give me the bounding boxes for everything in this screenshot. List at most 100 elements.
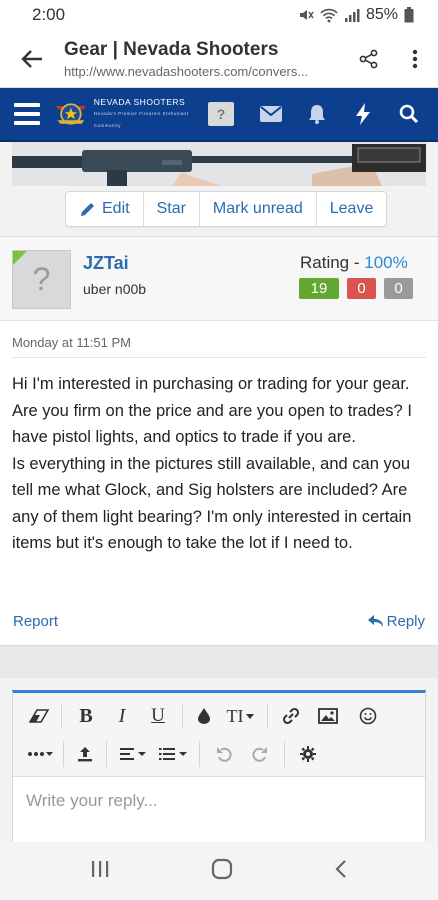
undo-icon <box>217 747 232 762</box>
help-button[interactable]: ? <box>208 102 234 126</box>
mark-unread-button[interactable]: Mark unread <box>200 192 317 226</box>
align-button[interactable] <box>113 739 153 769</box>
bell-icon <box>309 105 325 124</box>
rifle-photo <box>12 142 426 186</box>
upload-attachment-button[interactable] <box>70 739 100 769</box>
back-button[interactable] <box>0 30 64 88</box>
reply-arrow-icon <box>367 615 383 627</box>
thread-actions: Edit Star Mark unread Leave <box>65 191 388 227</box>
redo-button[interactable] <box>242 739 278 769</box>
author-username[interactable]: JZTai <box>83 253 129 274</box>
system-back-button[interactable] <box>334 859 348 884</box>
list-button[interactable] <box>153 739 193 769</box>
leave-button[interactable]: Leave <box>317 192 387 226</box>
toolbar-separator <box>267 703 268 729</box>
rating-percent[interactable]: 100% <box>364 253 407 272</box>
bold-button[interactable]: B <box>68 701 104 731</box>
section-divider <box>0 646 438 678</box>
italic-button[interactable]: I <box>104 701 140 731</box>
site-logo[interactable]: Nevada Shooters Nevada's Premier Firearm… <box>54 87 204 141</box>
mute-icon <box>299 10 314 20</box>
align-left-icon <box>120 748 146 760</box>
hamburger-menu-button[interactable] <box>0 87 54 141</box>
reply-input[interactable]: Write your reply... <box>13 777 425 825</box>
alerts-button[interactable] <box>294 87 340 141</box>
status-icons: 85% <box>298 6 414 24</box>
page-url: http://www.nevadashooters.com/convers... <box>64 63 309 79</box>
pencil-icon <box>81 202 94 216</box>
edit-button[interactable]: Edit <box>66 192 144 226</box>
editor-toolbar: B I U TI <box>13 693 425 777</box>
share-button[interactable] <box>346 30 392 88</box>
underline-button[interactable]: U <box>140 701 176 731</box>
undo-button[interactable] <box>206 739 242 769</box>
recent-apps-button[interactable] <box>90 860 110 883</box>
overflow-menu-button[interactable] <box>392 30 438 88</box>
signal-icon <box>344 9 360 22</box>
envelope-icon <box>260 106 282 122</box>
toolbar-separator <box>182 703 183 729</box>
toolbar-separator <box>106 741 107 767</box>
font-size-label: TI <box>226 705 244 726</box>
smiley-icon <box>359 707 377 725</box>
font-size-button[interactable]: TI <box>219 701 261 731</box>
avatar[interactable]: ? <box>12 250 71 309</box>
rating-scores: 19 0 0 <box>299 278 413 299</box>
site-navbar: Nevada Shooters Nevada's Premier Firearm… <box>0 88 438 142</box>
message-post: ? JZTai uber n00b Rating - 100% 19 0 0 M… <box>0 236 438 646</box>
neutral-score[interactable]: 0 <box>384 278 413 299</box>
home-icon <box>211 858 233 879</box>
status-time: 2:00 <box>32 5 66 24</box>
chevron-left-icon <box>335 859 346 878</box>
image-icon <box>318 708 338 724</box>
toolbar-separator <box>284 741 285 767</box>
editor-settings-button[interactable] <box>291 739 325 769</box>
positive-score[interactable]: 19 <box>299 278 339 299</box>
reply-button[interactable]: Reply <box>367 613 425 630</box>
toolbar-row: B I U TI <box>23 697 425 735</box>
share-icon <box>359 49 378 68</box>
post-author-block: ? JZTai uber n00b Rating - 100% 19 0 0 <box>0 237 438 321</box>
remove-format-button[interactable] <box>23 701 55 731</box>
insert-link-button[interactable] <box>274 701 308 731</box>
browser-toolbar: Gear | Nevada Shooters http://www.nevada… <box>0 30 438 88</box>
text-color-button[interactable] <box>189 701 219 731</box>
page-title: Gear | Nevada Shooters <box>64 38 279 60</box>
search-icon <box>399 104 419 124</box>
post-date[interactable]: Monday at 11:51 PM <box>12 335 131 350</box>
post-paragraph: Is everything in the pictures still avai… <box>12 454 412 553</box>
report-link[interactable]: Report <box>13 613 58 630</box>
hamburger-line <box>14 121 40 125</box>
battery-icon <box>404 7 414 23</box>
whats-new-button[interactable] <box>340 87 386 141</box>
caret-down-icon <box>245 713 254 719</box>
link-icon <box>282 707 300 725</box>
status-bar: 2:00 85% <box>0 0 438 30</box>
eraser-icon <box>29 709 49 723</box>
post-body: Hi I'm interested in purchasing or tradi… <box>12 371 426 557</box>
toolbar-separator <box>63 741 64 767</box>
rating-label: Rating - 100% <box>300 253 408 273</box>
color-drop-icon <box>198 708 210 724</box>
negative-score[interactable]: 0 <box>347 278 376 299</box>
address-area[interactable]: Gear | Nevada Shooters http://www.nevada… <box>64 39 346 79</box>
home-button[interactable] <box>211 858 233 885</box>
hamburger-line <box>14 112 40 116</box>
inbox-button[interactable] <box>248 87 294 141</box>
author-user-title: uber n00b <box>83 281 147 297</box>
star-button[interactable]: Star <box>144 192 200 226</box>
logo-title: Nevada Shooters <box>93 97 186 107</box>
avatar-placeholder: ? <box>32 261 51 297</box>
toolbar-row <box>23 735 425 773</box>
more-vertical-icon <box>412 49 418 68</box>
post-paragraph: Hi I'm interested in purchasing or tradi… <box>12 375 412 446</box>
shield-logo-icon <box>55 103 87 125</box>
logo-text: Nevada Shooters Nevada's Premier Firearm… <box>94 96 204 132</box>
reply-label: Reply <box>386 613 425 630</box>
insert-smilie-button[interactable] <box>348 701 388 731</box>
insert-image-button[interactable] <box>308 701 348 731</box>
toolbar-separator <box>61 703 62 729</box>
search-button[interactable] <box>386 87 432 141</box>
online-indicator <box>13 251 27 265</box>
more-options-button[interactable] <box>23 739 57 769</box>
